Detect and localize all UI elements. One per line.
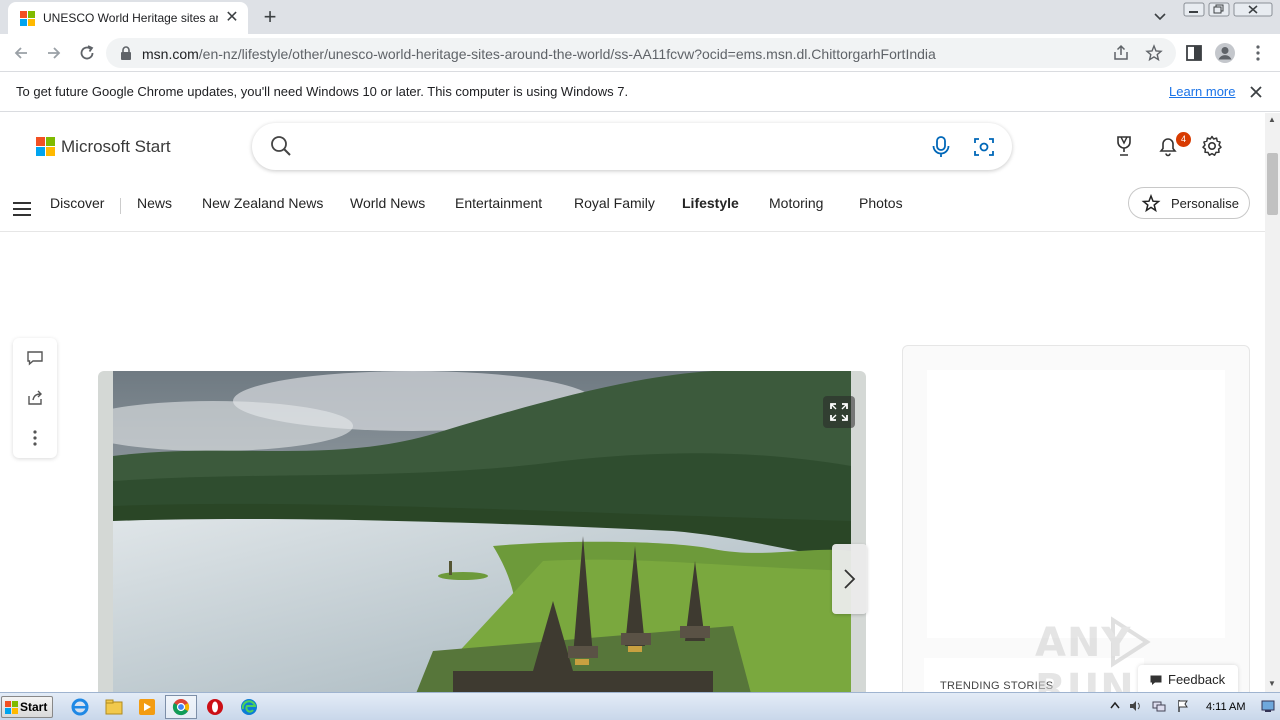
minimize-icon[interactable] [1183, 2, 1205, 18]
new-tab-button[interactable]: + [258, 4, 282, 30]
notification-count-badge: 4 [1176, 132, 1191, 147]
nav-divider [120, 198, 121, 214]
restore-icon[interactable] [1208, 2, 1230, 18]
feedback-button[interactable]: Feedback [1138, 665, 1238, 692]
slide-photo[interactable] [113, 371, 851, 692]
article-action-toolbar [13, 338, 57, 458]
edge-icon[interactable] [239, 697, 259, 717]
scrollbar-thumb[interactable] [1267, 153, 1278, 215]
feedback-icon [1150, 675, 1162, 685]
windows-taskbar: Start 4:11 AM [0, 692, 1280, 720]
personalise-star-icon [1141, 194, 1161, 213]
nav-royal-family[interactable]: Royal Family [574, 195, 655, 211]
tab-title: UNESCO World Heritage sites around the w… [43, 11, 218, 25]
nav-discover[interactable]: Discover [50, 195, 104, 211]
back-icon[interactable] [12, 44, 30, 62]
taskbar-clock[interactable]: 4:11 AM [1206, 701, 1246, 713]
start-button[interactable]: Start [1, 696, 53, 718]
search-icon [271, 136, 291, 156]
share-icon[interactable] [25, 388, 45, 408]
infobar-message: To get future Google Chrome updates, you… [16, 84, 629, 99]
window-close-icon[interactable] [1233, 2, 1273, 18]
volume-icon[interactable] [1128, 699, 1142, 713]
opera-icon[interactable] [205, 697, 225, 717]
personalise-label: Personalise [1171, 196, 1239, 211]
hamburger-menu-icon[interactable] [13, 202, 31, 216]
infobar-close-icon[interactable] [1248, 84, 1268, 106]
lock-icon[interactable] [120, 46, 132, 60]
next-slide-button[interactable] [832, 544, 867, 614]
action-center-flag-icon[interactable] [1176, 699, 1190, 713]
chrome-menu-icon[interactable] [1250, 43, 1266, 63]
personalise-button[interactable]: Personalise [1128, 187, 1250, 219]
search-box[interactable] [252, 123, 1012, 170]
browser-tab-active[interactable]: UNESCO World Heritage sites around the w… [8, 2, 248, 34]
media-player-icon[interactable] [137, 697, 157, 717]
nav-photos[interactable]: Photos [859, 195, 903, 211]
nav-motoring[interactable]: Motoring [769, 195, 823, 211]
msn-favicon-icon [20, 11, 36, 27]
category-nav: Discover News New Zealand News World New… [0, 186, 1265, 232]
nav-news[interactable]: News [137, 195, 172, 211]
tab-close-icon[interactable]: ✕ [224, 9, 240, 27]
start-label: Start [20, 700, 48, 714]
tray-expand-icon[interactable] [1108, 699, 1122, 713]
network-icon[interactable] [1152, 699, 1166, 713]
show-desktop-icon[interactable] [1261, 699, 1275, 713]
bookmark-star-icon[interactable] [1145, 44, 1163, 62]
chevron-right-icon [844, 569, 856, 589]
chrome-icon[interactable] [171, 697, 191, 717]
rewards-trophy-icon[interactable] [1112, 134, 1136, 158]
browser-toolbar: msn.com/en-nz/lifestyle/other/unesco-wor… [0, 34, 1280, 72]
learn-more-link[interactable]: Learn more [1169, 84, 1235, 99]
slideshow-frame [98, 371, 866, 692]
browser-tab-strip: UNESCO World Heritage sites around the w… [0, 0, 1280, 34]
settings-gear-icon[interactable] [1200, 134, 1224, 158]
comment-icon[interactable] [25, 348, 45, 368]
page-scrollbar[interactable]: ▲ ▼ [1265, 113, 1280, 692]
forward-icon[interactable] [45, 44, 63, 62]
microsoft-logo-icon[interactable] [36, 137, 56, 157]
expand-fullscreen-icon[interactable] [823, 396, 855, 428]
profile-avatar-icon[interactable] [1214, 42, 1236, 64]
microphone-icon[interactable] [930, 135, 952, 159]
side-panel-icon[interactable] [1184, 43, 1204, 63]
tab-search-chevron-icon[interactable] [1153, 10, 1167, 24]
share-page-icon[interactable] [1112, 44, 1130, 62]
scroll-down-arrow-icon[interactable]: ▼ [1268, 679, 1276, 688]
file-explorer-icon[interactable] [104, 697, 124, 717]
url-text[interactable]: msn.com/en-nz/lifestyle/other/unesco-wor… [142, 46, 936, 62]
windows-flag-icon [5, 701, 18, 714]
nav-lifestyle[interactable]: Lifestyle [682, 195, 739, 211]
reload-icon[interactable] [77, 43, 97, 63]
nav-world-news[interactable]: World News [350, 195, 425, 211]
feedback-label: Feedback [1168, 672, 1226, 687]
nav-entertainment[interactable]: Entertainment [455, 195, 542, 211]
address-bar[interactable]: msn.com/en-nz/lifestyle/other/unesco-wor… [106, 38, 1176, 68]
internet-explorer-icon[interactable] [70, 697, 90, 717]
nav-new-zealand-news[interactable]: New Zealand News [202, 195, 323, 211]
visual-search-icon[interactable] [972, 135, 996, 159]
msn-page: Microsoft Start 4 Discover News New Zeal… [0, 113, 1265, 692]
microsoft-start-brand[interactable]: Microsoft Start [61, 137, 171, 157]
more-options-icon[interactable] [25, 428, 45, 448]
chrome-update-infobar: To get future Google Chrome updates, you… [0, 72, 1280, 112]
ad-placeholder [927, 370, 1225, 638]
scroll-up-arrow-icon[interactable]: ▲ [1268, 115, 1276, 124]
anyrun-watermark: ANY RUN [1035, 612, 1235, 692]
